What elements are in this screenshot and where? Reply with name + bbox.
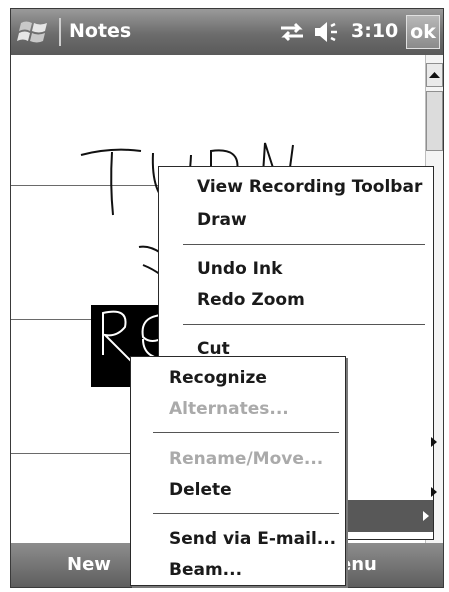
menu-item-delete[interactable]: Delete — [169, 480, 232, 500]
start-button[interactable] — [17, 17, 51, 47]
scroll-thumb[interactable] — [426, 91, 443, 151]
new-softkey[interactable]: New — [67, 554, 111, 575]
submenu-arrow-icon — [431, 437, 437, 447]
menu-item-draw[interactable]: Draw — [197, 210, 247, 230]
speaker-volume-icon — [315, 22, 337, 42]
arrow-up-icon — [429, 72, 440, 78]
connectivity-icon[interactable] — [279, 22, 305, 42]
menu-item-view-recording-toolbar[interactable]: View Recording Toolbar — [197, 177, 422, 197]
menu-separator — [183, 324, 425, 325]
menu-item-alternates: Alternates... — [169, 399, 289, 419]
menu-separator — [153, 513, 339, 514]
menu-item-recognize[interactable]: Recognize — [169, 368, 267, 388]
menu-item-redo-zoom[interactable]: Redo Zoom — [197, 290, 305, 310]
submenu-arrow-icon — [423, 511, 429, 521]
app-title: Notes — [69, 20, 132, 42]
title-bar: Notes 3:10 ok — [11, 9, 443, 55]
menu-separator — [153, 432, 339, 433]
scroll-up-button[interactable] — [426, 63, 443, 87]
menu-item-send-via-email[interactable]: Send via E-mail... — [169, 529, 336, 549]
connectivity-arrows-icon — [281, 22, 303, 42]
menu-separator — [183, 244, 425, 245]
menu-item-undo-ink[interactable]: Undo Ink — [197, 259, 282, 279]
menu-item-beam[interactable]: Beam... — [169, 560, 242, 580]
submenu-arrow-icon — [431, 487, 437, 497]
title-separator — [59, 18, 61, 46]
volume-icon[interactable] — [313, 20, 343, 44]
windows-flag-icon — [17, 21, 47, 43]
ok-button[interactable]: ok — [406, 15, 440, 49]
clock[interactable]: 3:10 — [351, 20, 398, 42]
menu-item-rename-move: Rename/Move... — [169, 449, 324, 469]
ink-submenu: Recognize Alternates... Rename/Move... D… — [130, 356, 346, 586]
